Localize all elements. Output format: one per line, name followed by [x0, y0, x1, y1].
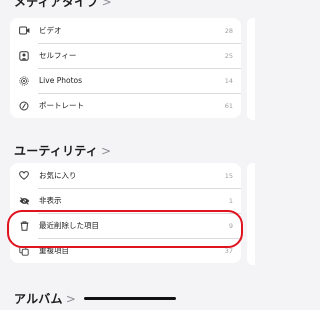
utilities-header[interactable]: ユーティリティ >	[14, 142, 111, 159]
video-icon	[17, 26, 31, 35]
heart-icon	[17, 171, 31, 180]
utilities-title: ユーティリティ	[14, 144, 98, 158]
live-photo-icon	[17, 75, 31, 86]
chevron-right-icon: >	[100, 144, 112, 158]
albums-header[interactable]: アルバム >	[14, 290, 76, 307]
home-indicator	[84, 297, 176, 300]
media-types-header[interactable]: メディアタイプ >	[14, 0, 112, 10]
chevron-right-icon: >	[65, 292, 76, 306]
media-type-item-live-photos[interactable]: Live Photos 14	[10, 68, 241, 93]
media-type-item-portrait[interactable]: ポートレート 61	[10, 93, 241, 118]
media-type-count: 28	[224, 26, 233, 35]
selfie-icon	[17, 50, 31, 61]
media-type-item-video[interactable]: ビデオ 28	[10, 18, 241, 43]
highlight-outline	[7, 210, 243, 248]
chevron-right-icon: >	[101, 0, 112, 9]
adjacent-card-edge	[247, 163, 255, 265]
adjacent-card-edge	[247, 18, 255, 120]
media-type-label: ビデオ	[39, 26, 62, 35]
eye-slash-icon	[17, 196, 31, 205]
media-type-item-selfie[interactable]: セルフィー 25	[10, 43, 241, 68]
media-type-label: セルフィー	[39, 51, 77, 60]
utility-count: 15	[224, 171, 233, 180]
media-type-count: 61	[224, 101, 233, 110]
portrait-icon	[17, 101, 31, 111]
media-type-count: 14	[224, 76, 233, 85]
media-type-count: 25	[224, 51, 233, 60]
utility-label: 非表示	[39, 196, 62, 205]
media-type-label: Live Photos	[39, 76, 83, 85]
utility-item-favorites[interactable]: お気に入り 15	[10, 163, 241, 188]
utility-label: お気に入り	[39, 171, 77, 180]
media-types-card: ビデオ 28 セルフィー 25 Live Photos 14 ポートレート 61	[10, 18, 241, 118]
media-types-title: メディアタイプ	[14, 0, 99, 9]
utility-count: 1	[228, 196, 233, 205]
albums-title: アルバム	[14, 292, 63, 306]
media-type-label: ポートレート	[39, 101, 84, 110]
